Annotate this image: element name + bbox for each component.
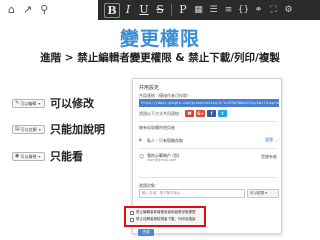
toolbar: ⌂ ↗ ⚲ B I U S P ▦ ☰ ≡ {} ⚭ ⛶ ⚙ <box>0 0 320 20</box>
divider <box>139 121 277 122</box>
google-plus-button[interactable]: G+ <box>196 110 205 117</box>
invite-input[interactable]: 輸入名稱、電子郵件地址... <box>139 189 245 198</box>
format-toolbar: B I U S P ▦ ☰ ≡ {} ⚭ ⛶ ⚙ <box>98 0 320 20</box>
toolbar-nav: ⌂ ↗ ⚲ <box>0 0 98 20</box>
search-icon[interactable]: ⚲ <box>40 0 48 20</box>
share-via-label: 透過以下方式共用連結： <box>139 110 183 116</box>
owner-setting-row[interactable]: 禁止編輯者新增使用者和變更存取權限 <box>130 210 196 215</box>
eye-icon: ◉ <box>15 152 20 159</box>
chevron-down-icon: ▾ <box>38 100 41 106</box>
permission-chip: ▤ 可以註解 ▾ <box>12 124 45 134</box>
divider <box>139 177 277 178</box>
toolbar-separator <box>171 4 172 16</box>
invite-permission-dropdown[interactable]: 可以檢視 ▾ <box>247 189 279 198</box>
paragraph-button[interactable]: P <box>175 0 191 20</box>
access-email: user@gmail.com <box>147 157 177 162</box>
share-link-input[interactable]: https://docs.google.com/presentation/d/1… <box>139 99 279 107</box>
change-access-link[interactable]: 變更... <box>265 137 277 143</box>
chevron-down-icon: ▾ <box>38 126 41 132</box>
access-title: 擁有存取權的使用者 <box>139 125 175 130</box>
italic-button[interactable]: I <box>120 0 136 20</box>
gmail-button[interactable]: M <box>185 110 194 117</box>
arrow-up-right-icon[interactable]: ↗ <box>23 0 32 20</box>
table-icon[interactable]: ▦ <box>191 0 206 20</box>
underline-button[interactable]: U <box>136 0 152 20</box>
slide-title: 變更權限 <box>119 28 200 50</box>
legend-item-comment: ▤ 可以註解 ▾ 只能加說明 <box>12 121 105 137</box>
legend-text: 只能看 <box>50 150 83 163</box>
permission-value: 可以檢視 <box>250 191 264 195</box>
twitter-button[interactable]: t <box>218 110 227 117</box>
owner-settings-highlight: 禁止編輯者新增使用者和變更存取權限 禁止註解者與檢視者下載、列印及複製 <box>124 206 206 227</box>
owner-role: 是擁有者 <box>261 154 277 159</box>
bold-button[interactable]: B <box>104 2 120 18</box>
owner-setting-row[interactable]: 禁止註解者與檢視者下載、列印及複製 <box>130 217 196 222</box>
legend-item-view: ◉ 可以檢視 ▾ 只能看 <box>12 148 83 164</box>
numbered-list-icon[interactable]: ≡ <box>221 0 236 20</box>
permission-chip: ◉ 可以檢視 ▾ <box>12 151 45 161</box>
legend-item-edit: ✎ 可以編輯 ▾ 可以修改 <box>12 95 94 111</box>
checkbox[interactable] <box>130 217 134 222</box>
access-name: 我的示範帳戶 (您) <box>147 152 180 158</box>
chip-label: 可以編輯 <box>20 100 37 106</box>
access-row: 🔒︎ 私人 - 只有您能存取 變更... <box>139 134 277 146</box>
owner-setting-label: 禁止編輯者新增使用者和變更存取權限 <box>136 210 196 214</box>
person-icon: ☺ <box>139 154 145 160</box>
legend-text: 可以修改 <box>50 97 94 110</box>
fullscreen-icon[interactable]: ⛶ <box>266 0 281 20</box>
link-icon[interactable]: ⚭ <box>251 0 266 20</box>
checkbox[interactable] <box>130 210 134 215</box>
divider <box>139 148 277 149</box>
slide-subtitle: 進階 > 禁止編輯者變更權限 & 禁止下載/列印/複製 <box>40 52 280 64</box>
legend-text: 只能加說明 <box>50 123 105 136</box>
done-button[interactable]: 完成 <box>138 229 154 236</box>
bracket-icon[interactable]: {} <box>236 0 251 20</box>
pencil-icon: ✎ <box>15 99 20 106</box>
chip-label: 可以註解 <box>20 126 37 132</box>
chip-label: 可以檢視 <box>20 153 37 159</box>
access-name: 私人 - 只有您能存取 <box>147 137 183 143</box>
lock-icon: 🔒︎ <box>139 137 142 143</box>
home-icon[interactable]: ⌂ <box>8 0 15 20</box>
list-icon[interactable]: ☰ <box>206 0 221 20</box>
access-row: ☺ 我的示範帳戶 (您) user@gmail.com 是擁有者 <box>139 151 277 163</box>
permission-chip: ✎ 可以編輯 ▾ <box>12 98 45 108</box>
comment-icon: ▤ <box>15 125 20 132</box>
dialog-title: 共用設定 <box>139 85 160 91</box>
gear-icon[interactable]: ⚙ <box>281 0 296 20</box>
facebook-button[interactable]: f <box>207 110 216 117</box>
share-via-row: 透過以下方式共用連結： M G+ f t <box>139 110 227 117</box>
strikethrough-button[interactable]: S <box>152 0 168 20</box>
owner-setting-label: 禁止註解者與檢視者下載、列印及複製 <box>136 217 196 221</box>
chevron-down-icon: ▾ <box>38 153 41 159</box>
